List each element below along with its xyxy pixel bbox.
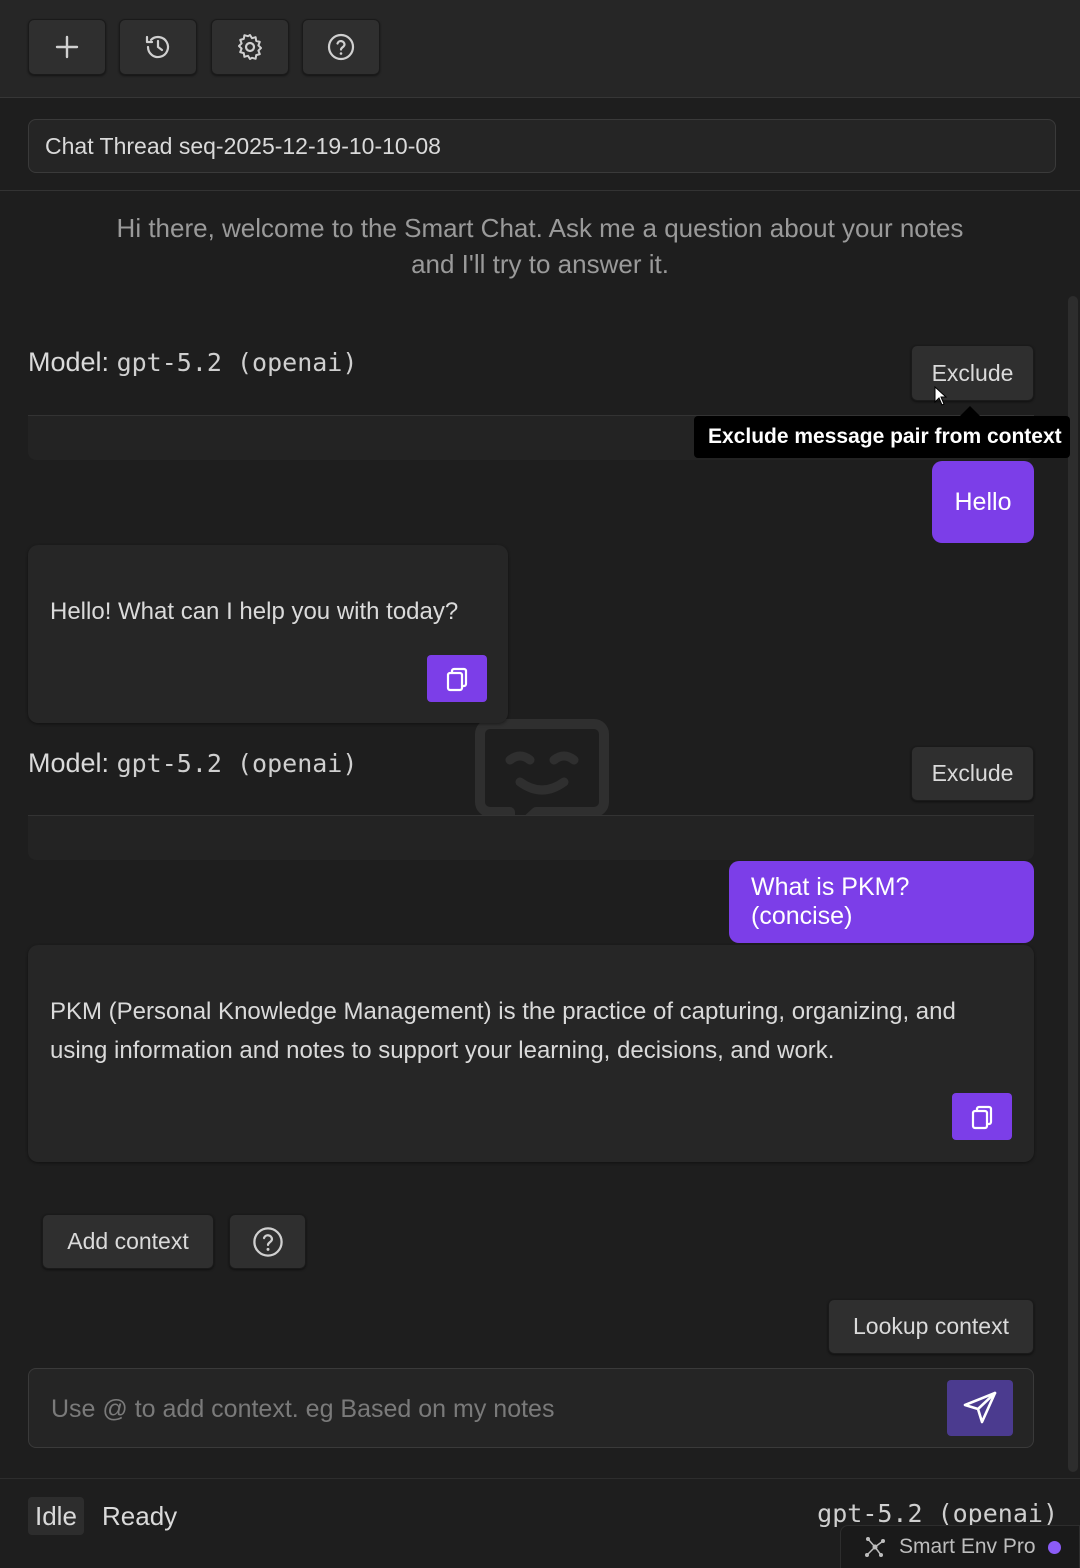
history-icon	[145, 35, 170, 59]
copy-icon	[446, 667, 468, 691]
exclude-button[interactable]: Exclude	[911, 746, 1034, 801]
help-icon	[327, 33, 355, 61]
thread-title-area: Chat Thread seq-2025-12-19-10-10-08	[0, 98, 1080, 191]
add-context-button[interactable]: Add context	[42, 1214, 214, 1269]
model-provider: (openai)	[236, 348, 358, 377]
model-name: gpt-5.2	[116, 348, 222, 377]
copy-button[interactable]	[427, 655, 487, 702]
gear-icon	[238, 34, 262, 60]
assistant-message-text: PKM (Personal Knowledge Management) is t…	[50, 992, 956, 1070]
model-label-prefix: Model:	[28, 748, 110, 778]
model-name: gpt-5.2	[116, 749, 222, 778]
plus-icon	[55, 35, 79, 59]
welcome-message: Hi there, welcome to the Smart Chat. Ask…	[60, 210, 1020, 282]
copy-icon	[971, 1105, 993, 1129]
network-icon	[865, 1537, 885, 1557]
model-label: Model: gpt-5.2 (openai)	[28, 748, 357, 779]
model-label: Model: gpt-5.2 (openai)	[28, 347, 357, 378]
top-toolbar	[0, 0, 1080, 98]
help-icon	[252, 1226, 283, 1257]
mouse-cursor-icon	[934, 386, 948, 406]
status-state-badge: Idle	[28, 1497, 84, 1535]
assistant-message-line: using information and notes to support y…	[50, 1037, 835, 1064]
copy-button[interactable]	[952, 1093, 1012, 1140]
settings-button[interactable]	[211, 19, 289, 75]
send-button[interactable]	[947, 1380, 1013, 1436]
context-help-button[interactable]	[229, 1214, 306, 1269]
exclude-button[interactable]: Exclude	[911, 345, 1034, 401]
env-label: Smart Env Pro	[899, 1535, 1036, 1558]
user-message: What is PKM? (concise)	[729, 861, 1034, 943]
env-status-dot	[1047, 1540, 1061, 1554]
assistant-message: Hello! What can I help you with today?	[28, 545, 508, 723]
chat-input[interactable]	[51, 1389, 931, 1429]
assistant-message-text: Hello! What can I help you with today?	[50, 598, 459, 625]
welcome-line-1: Hi there, welcome to the Smart Chat. Ask…	[116, 213, 964, 243]
user-message: Hello	[932, 461, 1034, 543]
thread-title-input[interactable]: Chat Thread seq-2025-12-19-10-10-08	[28, 119, 1056, 173]
status-model: gpt-5.2 (openai)	[817, 1499, 1058, 1528]
tooltip: Exclude message pair from context	[694, 416, 1070, 458]
tooltip-arrow	[960, 406, 980, 416]
model-label-prefix: Model:	[28, 347, 110, 377]
status-bar: Idle Ready gpt-5.2 (openai) Smart Env Pr…	[0, 1478, 1080, 1568]
send-icon	[963, 1391, 997, 1424]
model-provider: (openai)	[236, 749, 358, 778]
scrollbar[interactable]	[1068, 296, 1078, 1472]
help-button[interactable]	[302, 19, 380, 75]
history-button[interactable]	[119, 19, 197, 75]
status-message: Ready	[102, 1500, 178, 1531]
assistant-message: PKM (Personal Knowledge Management) is t…	[28, 945, 1034, 1162]
lookup-context-button[interactable]: Lookup context	[828, 1299, 1034, 1354]
new-chat-button[interactable]	[28, 19, 106, 75]
smart-env-badge[interactable]: Smart Env Pro	[840, 1525, 1080, 1568]
welcome-line-2: and I'll try to answer it.	[411, 249, 669, 279]
assistant-message-line: PKM (Personal Knowledge Management) is t…	[50, 998, 956, 1025]
message-context-bar	[28, 816, 1034, 860]
chat-input-box	[28, 1368, 1034, 1448]
